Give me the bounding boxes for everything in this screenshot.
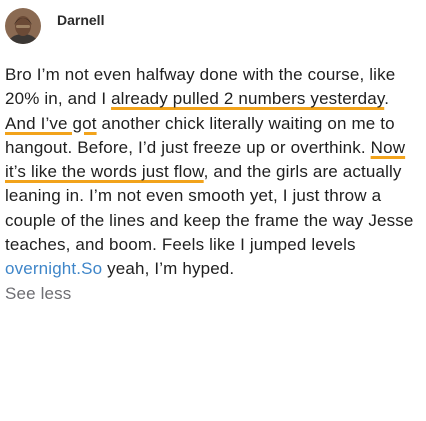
post-card: Darnell Bro I’m not even halfway done wi…: [0, 0, 426, 421]
highlighted-phrase: already pulled 2 numbers yesterday: [111, 89, 385, 109]
post-header: Darnell: [5, 6, 104, 46]
user-avatar-icon[interactable]: [5, 8, 41, 44]
highlighted-phrase: And I’ve got: [5, 113, 97, 133]
author-name[interactable]: Darnell: [57, 12, 104, 28]
see-less-link[interactable]: See less: [5, 282, 422, 306]
post-body-text: Bro I’m not even halfway done with the c…: [5, 63, 422, 282]
inline-link[interactable]: overnight.So: [5, 259, 102, 278]
post-body: Bro I’m not even halfway done with the c…: [5, 63, 422, 306]
body-text-segment: yeah, I’m hyped.: [102, 259, 235, 279]
body-text-segment: .: [384, 89, 390, 109]
